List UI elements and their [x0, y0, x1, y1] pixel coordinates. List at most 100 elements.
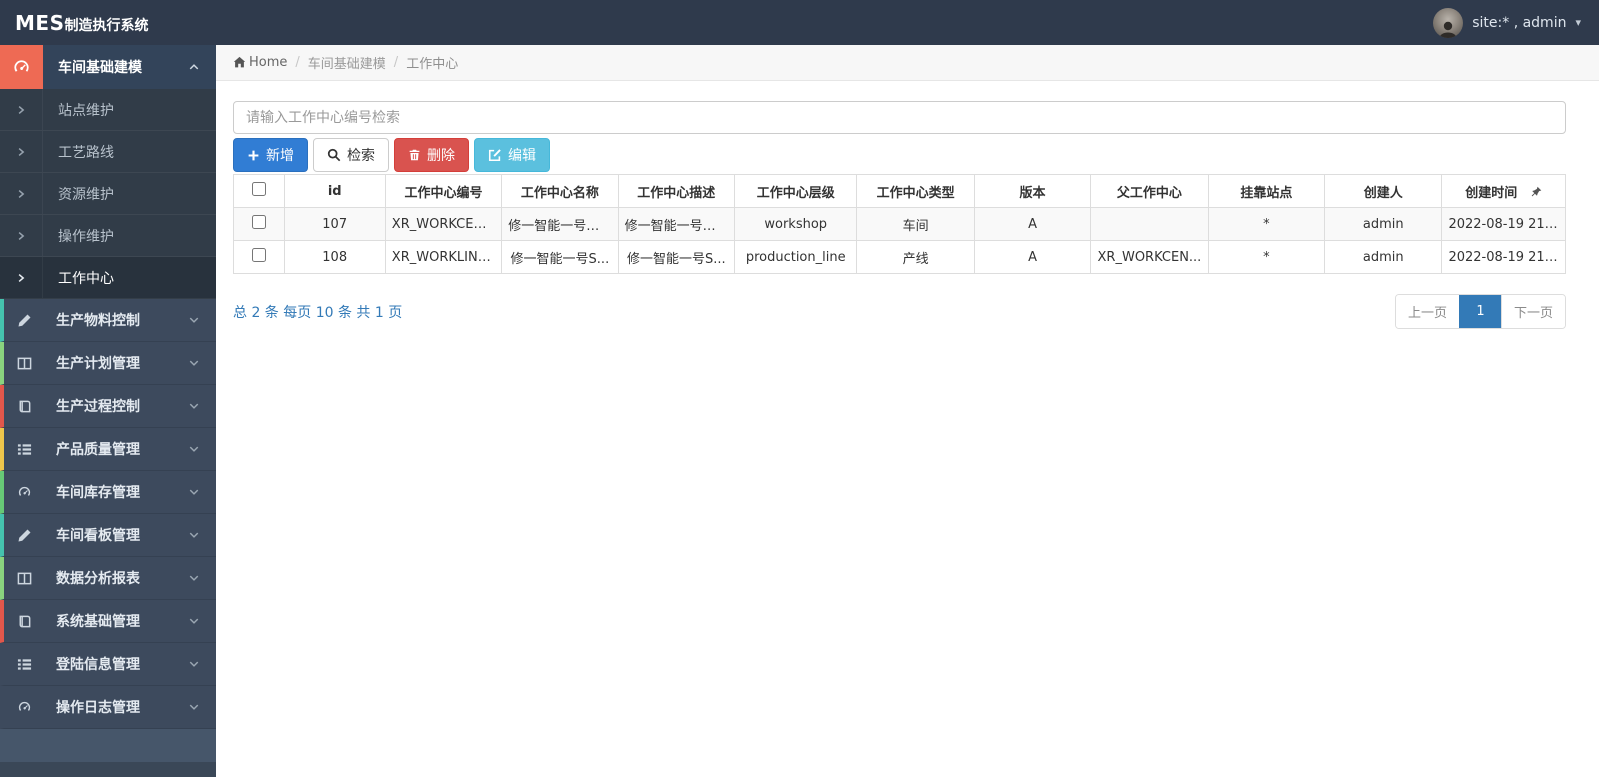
header-create-time: 创建时间	[1441, 174, 1566, 208]
select-all-checkbox[interactable]	[251, 182, 266, 196]
toolbar: 新增 检索 删除 编辑	[233, 138, 1566, 172]
chevron-down-icon	[188, 357, 216, 369]
sidebar-item-operation-maintenance[interactable]: 操作维护	[0, 215, 216, 257]
current-page-button[interactable]: 1	[1458, 295, 1501, 328]
sidebar-group-system-basic-management[interactable]: 系统基础管理	[0, 600, 216, 643]
sidebar-item-process-route[interactable]: 工艺路线	[0, 131, 216, 173]
edit-button[interactable]: 编辑	[474, 138, 550, 172]
app-logo: MES制造执行系统	[0, 11, 216, 35]
table-row[interactable]: 108 XR_WORKLINE... 修一智能一号S... 修一智能一号S...…	[233, 240, 1566, 274]
chevron-down-icon	[188, 443, 216, 455]
cell-work-center-code: XR_WORKLINE...	[384, 240, 503, 274]
cell-attached-site: *	[1207, 207, 1326, 241]
sidebar-group-quality-management[interactable]: 产品质量管理	[0, 428, 216, 471]
cell-create-time: 2022-08-19 21:1...	[1441, 207, 1566, 241]
trash-icon	[409, 149, 420, 161]
cell-work-center-name: 修一智能一号车间	[501, 207, 619, 241]
sidebar-item-work-center[interactable]: 工作中心	[0, 257, 216, 299]
prev-page-button[interactable]: 上一页	[1395, 295, 1459, 328]
cell-parent-work-center	[1090, 207, 1209, 241]
header-parent-work-center: 父工作中心	[1090, 174, 1209, 208]
sidebar-group-label: 系统基础管理	[56, 614, 140, 630]
cell-work-center-level: workshop	[733, 207, 858, 241]
work-center-table: id 工作中心编号 工作中心名称 工作中心描述 工作中心层级 工作中心类型 版本…	[233, 174, 1566, 274]
list-icon	[4, 442, 44, 457]
cell-work-center-type: 产线	[856, 240, 975, 274]
chevron-right-icon	[0, 89, 43, 130]
header-id: id	[283, 174, 386, 208]
edit-button-label: 编辑	[508, 148, 536, 164]
sidebar-group-label: 车间看板管理	[56, 528, 140, 544]
row-checkbox[interactable]	[251, 215, 266, 229]
pagination-row: 总 2 条 每页 10 条 共 1 页 上一页 1 下一页	[233, 294, 1566, 329]
header-work-center-desc: 工作中心描述	[617, 174, 735, 208]
search-input[interactable]	[233, 101, 1566, 134]
next-page-button[interactable]: 下一页	[1500, 295, 1565, 328]
sidebar-group-label: 数据分析报表	[56, 571, 140, 587]
chevron-right-icon	[0, 215, 43, 256]
cell-work-center-desc: 修一智能一号S...	[617, 240, 735, 274]
sidebar-group-login-info-management[interactable]: 登陆信息管理	[0, 643, 216, 686]
book-icon	[4, 399, 44, 414]
breadcrumb-home-label: Home	[249, 55, 288, 70]
edit-icon	[488, 149, 501, 162]
header-work-center-code: 工作中心编号	[384, 174, 503, 208]
book-icon	[4, 614, 44, 629]
chevron-down-icon	[188, 572, 216, 584]
cell-work-center-type: 车间	[856, 207, 975, 241]
breadcrumb-separator: /	[295, 55, 300, 70]
breadcrumb-level1[interactable]: 车间基础建模	[308, 53, 386, 72]
sidebar-group-inventory-management[interactable]: 车间库存管理	[0, 471, 216, 514]
search-icon	[327, 148, 341, 162]
sidebar-group-workshop-modeling[interactable]: 车间基础建模	[0, 45, 216, 89]
sidebar-group-kanban-management[interactable]: 车间看板管理	[0, 514, 216, 557]
sidebar-item-resource-maintenance[interactable]: 资源维护	[0, 173, 216, 215]
pager: 上一页 1 下一页	[1394, 294, 1566, 329]
gauge-icon	[4, 485, 44, 500]
plus-icon	[248, 150, 259, 160]
cell-work-center-desc: 修一智能一号车间	[617, 207, 735, 241]
table-row[interactable]: 107 XR_WORKCEN... 修一智能一号车间 修一智能一号车间 work…	[233, 207, 1566, 241]
chevron-down-icon	[188, 400, 216, 412]
add-button[interactable]: 新增	[233, 138, 308, 172]
sidebar-item-label: 工艺路线	[58, 144, 114, 161]
user-menu[interactable]: site:* , admin ▾	[1433, 7, 1599, 38]
search-button[interactable]: 检索	[313, 138, 389, 172]
brand-rest: 制造执行系统	[64, 17, 149, 34]
cell-work-center-code: XR_WORKCEN...	[384, 207, 503, 241]
sidebar-group-label: 车间基础建模	[58, 60, 142, 76]
sidebar-filler	[0, 729, 216, 762]
breadcrumb-home[interactable]: Home	[233, 55, 287, 70]
row-checkbox-cell	[233, 240, 285, 274]
brand-bold: MES	[15, 10, 65, 35]
gauge-icon	[4, 700, 44, 715]
header-create-time-label: 创建时间	[1465, 185, 1518, 201]
caret-down-icon: ▾	[1575, 16, 1581, 29]
chevron-down-icon	[188, 486, 216, 498]
sidebar-group-label: 操作日志管理	[56, 700, 140, 716]
sidebar-group-plan-management[interactable]: 生产计划管理	[0, 342, 216, 385]
breadcrumb-current: 工作中心	[406, 57, 459, 72]
sidebar-item-label: 操作维护	[58, 228, 114, 245]
sidebar-group-label: 生产过程控制	[56, 399, 140, 415]
sidebar-item-site-maintenance[interactable]: 站点维护	[0, 89, 216, 131]
avatar	[1433, 7, 1464, 38]
sidebar-group-data-analysis-reports[interactable]: 数据分析报表	[0, 557, 216, 600]
cell-id: 108	[283, 240, 386, 274]
breadcrumb: Home / 车间基础建模 / 工作中心	[216, 45, 1599, 81]
chevron-right-icon	[0, 257, 43, 298]
sidebar-group-material-control[interactable]: 生产物料控制	[0, 299, 216, 342]
delete-button[interactable]: 删除	[394, 138, 469, 172]
pencil-icon	[4, 313, 44, 328]
cell-creator: admin	[1324, 207, 1443, 241]
chevron-right-icon	[0, 173, 43, 214]
breadcrumb-separator: /	[393, 55, 399, 70]
sidebar-group-label: 产品质量管理	[56, 442, 140, 458]
sidebar-group-operation-log-management[interactable]: 操作日志管理	[0, 686, 216, 729]
sidebar-group-process-control[interactable]: 生产过程控制	[0, 385, 216, 428]
pagination-summary: 总 2 条 每页 10 条 共 1 页	[233, 304, 403, 321]
columns-icon	[4, 571, 44, 586]
row-checkbox[interactable]	[251, 248, 266, 262]
sidebar-submenu: 站点维护 工艺路线 资源维护 操作维护 工作中心	[0, 89, 216, 299]
list-icon	[4, 657, 44, 672]
